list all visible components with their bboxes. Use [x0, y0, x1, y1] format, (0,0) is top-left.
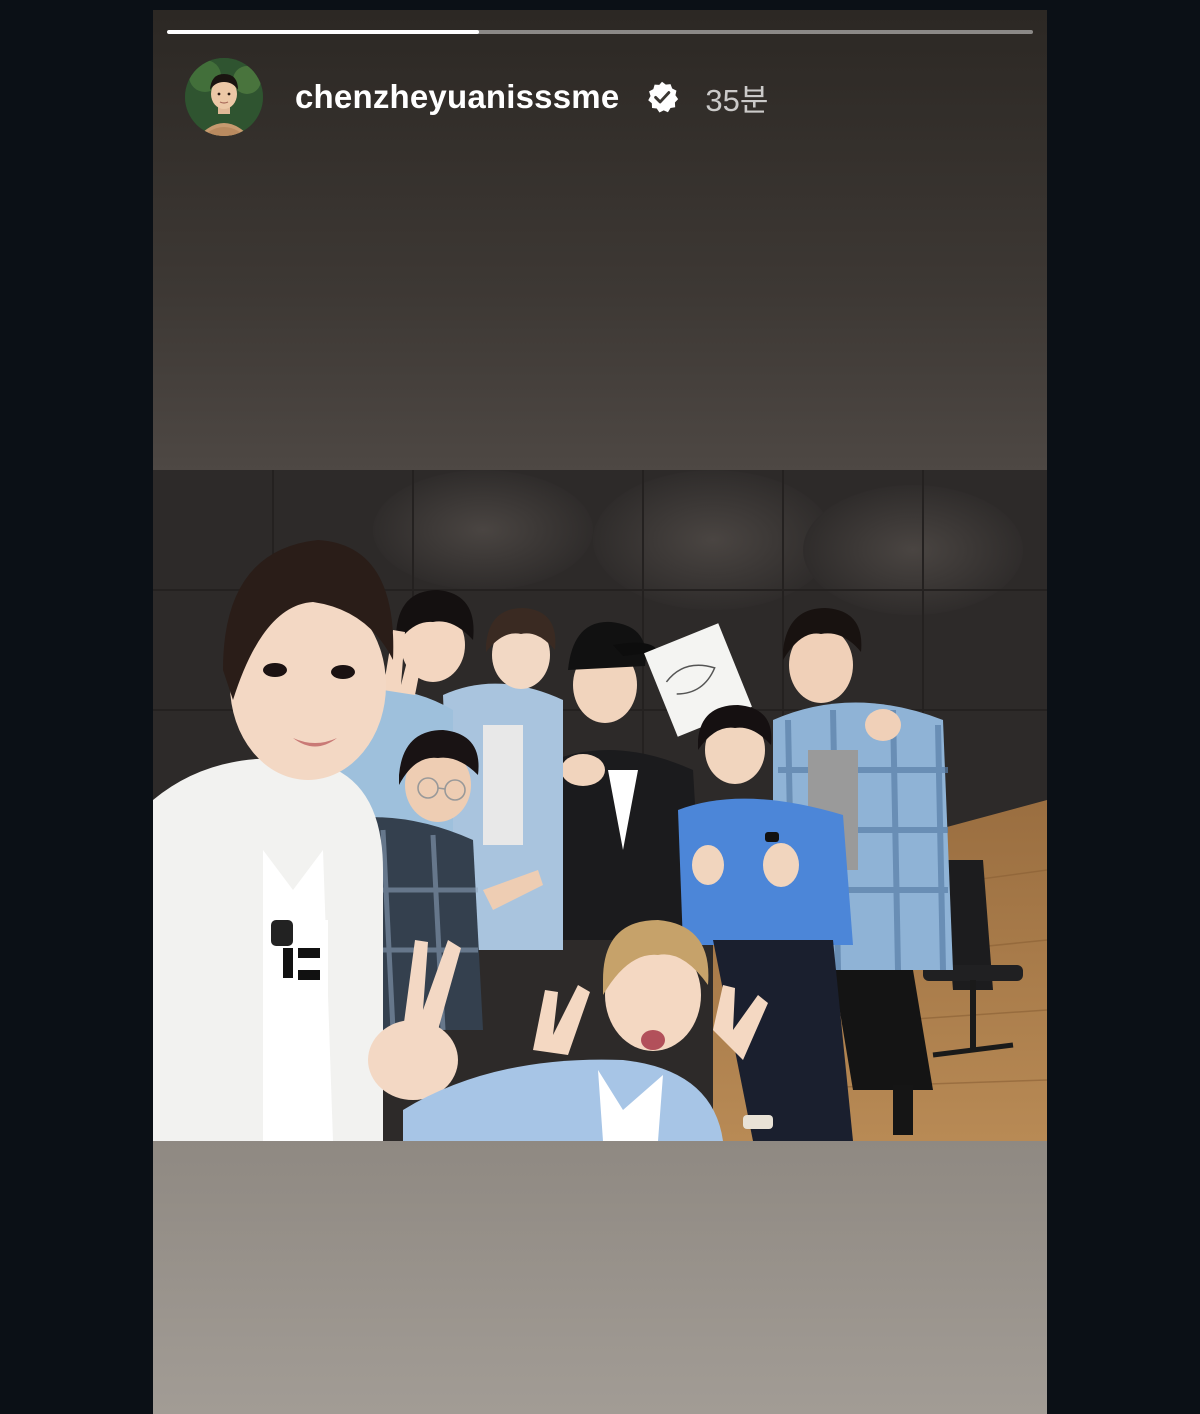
story-header: chenzheyuanisssme 35분 [185, 56, 768, 138]
story-progress-fill [167, 30, 479, 34]
story-card[interactable]: chenzheyuanisssme 35분 [153, 10, 1047, 1414]
story-viewer: chenzheyuanisssme 35분 [0, 0, 1200, 1414]
story-progress-bar [167, 30, 1033, 34]
avatar-portrait [185, 58, 263, 136]
verified-badge-icon [648, 81, 679, 113]
story-timestamp: 35분 [705, 82, 769, 118]
group-selfie-image [153, 470, 1047, 1141]
story-photo [153, 470, 1047, 1141]
profile-avatar[interactable] [185, 58, 263, 136]
story-bottom-background [153, 1141, 1047, 1414]
story-username[interactable]: chenzheyuanisssme [295, 78, 619, 116]
